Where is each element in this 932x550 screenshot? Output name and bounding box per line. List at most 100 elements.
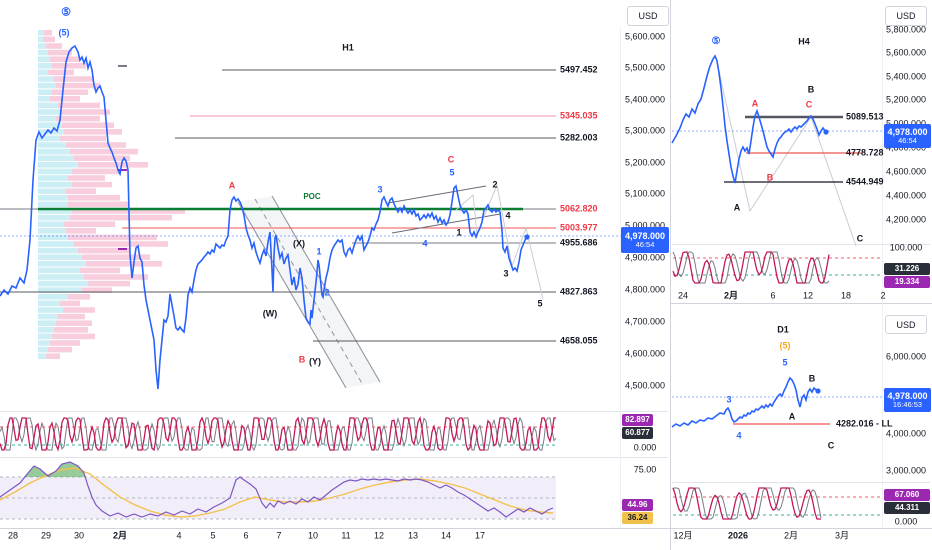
volume-profile-sell-bar <box>56 320 92 326</box>
volume-profile-buy-bar <box>38 340 50 346</box>
trendline <box>387 185 487 204</box>
last-price-dot <box>823 129 829 135</box>
volume-profile-buy-bar <box>38 234 68 241</box>
volume-profile-sell-bar <box>46 353 60 359</box>
stoch-k-line <box>672 487 821 520</box>
last-price-dot <box>524 234 530 240</box>
volume-profile-buy-bar <box>38 89 52 95</box>
volume-profile-buy-bar <box>38 214 70 221</box>
volume-profile-buy-bar <box>38 353 46 359</box>
volume-profile-buy-bar <box>38 175 68 181</box>
volume-profile-sell-bar <box>70 214 172 221</box>
volume-profile-sell-bar <box>68 195 120 201</box>
volume-profile-sell-bar <box>78 162 148 168</box>
volume-profile-buy-bar <box>38 195 68 201</box>
volume-profile-buy-bar <box>38 221 64 227</box>
volume-profile-buy-bar <box>38 56 50 62</box>
volume-profile-buy-bar <box>38 346 48 353</box>
volume-profile-buy-bar <box>38 49 48 56</box>
volume-profile-buy-bar <box>38 43 46 49</box>
volume-profile-sell-bar <box>56 115 100 122</box>
volume-profile-sell-bar <box>50 340 80 346</box>
volume-profile-sell-bar <box>54 76 94 82</box>
h4-price-line <box>671 54 827 184</box>
volume-profile-sell-bar <box>68 201 128 208</box>
volume-profile-buy-bar <box>38 300 60 307</box>
volume-profile-buy-bar <box>38 307 63 313</box>
volume-profile-sell-bar <box>74 155 130 161</box>
projection-path <box>455 183 544 300</box>
volume-profile-sell-bar <box>54 327 88 333</box>
volume-profile-sell-bar <box>46 43 62 49</box>
volume-profile-sell-bar <box>43 36 55 43</box>
volume-profile-buy-bar <box>38 30 44 36</box>
volume-profile-sell-bar <box>64 129 122 135</box>
volume-profile-sell-bar <box>50 96 80 102</box>
charts-canvas[interactable] <box>0 0 932 550</box>
volume-profile-buy-bar <box>38 148 70 155</box>
d1-price-line <box>671 376 819 428</box>
volume-profile-sell-bar <box>66 142 126 148</box>
volume-profile-buy-bar <box>38 228 66 234</box>
volume-profile-sell-bar <box>52 89 88 95</box>
volume-profile-buy-bar <box>38 63 52 69</box>
volume-profile-sell-bar <box>68 294 90 300</box>
last-price-dot <box>815 388 821 394</box>
volume-profile-sell-bar <box>72 168 120 175</box>
volume-profile-buy-bar <box>38 109 60 115</box>
volume-profile-buy-bar <box>38 327 54 333</box>
volume-profile-buy-bar <box>38 102 58 109</box>
volume-profile-buy-bar <box>38 280 88 287</box>
volume-profile-buy-bar <box>38 333 52 340</box>
volume-profile-sell-bar <box>74 241 168 247</box>
volume-profile-sell-bar <box>72 181 112 188</box>
volume-profile-sell-bar <box>68 234 157 241</box>
volume-profile-sell-bar <box>88 280 130 287</box>
stoch-k-line <box>672 251 830 284</box>
volume-profile-buy-bar <box>38 320 56 326</box>
volume-profile-sell-bar <box>48 69 74 76</box>
d1-price-scale-currency-button[interactable]: USD <box>885 315 927 334</box>
volume-profile-buy-bar <box>38 76 54 82</box>
h4-price-scale-currency-button[interactable]: USD <box>885 6 927 26</box>
volume-profile-buy-bar <box>38 241 74 247</box>
volume-profile-sell-bar <box>52 63 86 69</box>
volume-profile-sell-bar <box>58 313 85 320</box>
volume-profile-sell-bar <box>86 261 162 267</box>
volume-profile-sell-bar <box>60 109 110 115</box>
volume-profile-sell-bar <box>60 135 106 142</box>
volume-profile-buy-bar <box>38 69 48 76</box>
volume-profile-sell-bar <box>70 148 138 155</box>
osc2-overshoot-fill <box>24 462 86 477</box>
volume-profile-buy-bar <box>38 313 58 320</box>
volume-profile-sell-bar <box>58 102 100 109</box>
volume-profile-sell-bar <box>66 228 96 234</box>
volume-profile-buy-bar <box>38 294 68 300</box>
volume-profile-buy-bar <box>38 201 68 208</box>
volume-profile-buy-bar <box>38 188 66 194</box>
projection-path <box>716 61 857 247</box>
volume-profile-sell-bar <box>64 221 115 227</box>
volume-profile-buy-bar <box>38 96 50 102</box>
volume-profile-sell-bar <box>66 188 96 194</box>
volume-profile-sell-bar <box>80 267 120 274</box>
volume-profile-sell-bar <box>50 56 80 62</box>
volume-profile-buy-bar <box>38 267 80 274</box>
main-price-scale-currency-button[interactable]: USD <box>627 6 669 26</box>
volume-profile-sell-bar <box>68 175 105 181</box>
volume-profile-buy-bar <box>38 274 84 280</box>
volume-profile-sell-bar <box>60 300 80 307</box>
volume-profile-buy-bar <box>38 181 72 188</box>
volume-profile-sell-bar <box>44 30 52 36</box>
volume-profile-sell-bar <box>63 307 95 313</box>
volume-profile-buy-bar <box>38 168 72 175</box>
volume-profile-sell-bar <box>48 346 72 353</box>
volume-profile-buy-bar <box>38 82 56 89</box>
volume-profile-sell-bar <box>52 333 95 340</box>
volume-profile-buy-bar <box>38 247 78 254</box>
volume-profile-buy-bar <box>38 36 43 43</box>
volume-profile-buy-bar <box>38 261 86 267</box>
volume-profile-buy-bar <box>38 142 66 148</box>
volume-profile-buy-bar <box>38 162 78 168</box>
volume-profile-buy-bar <box>38 254 82 260</box>
